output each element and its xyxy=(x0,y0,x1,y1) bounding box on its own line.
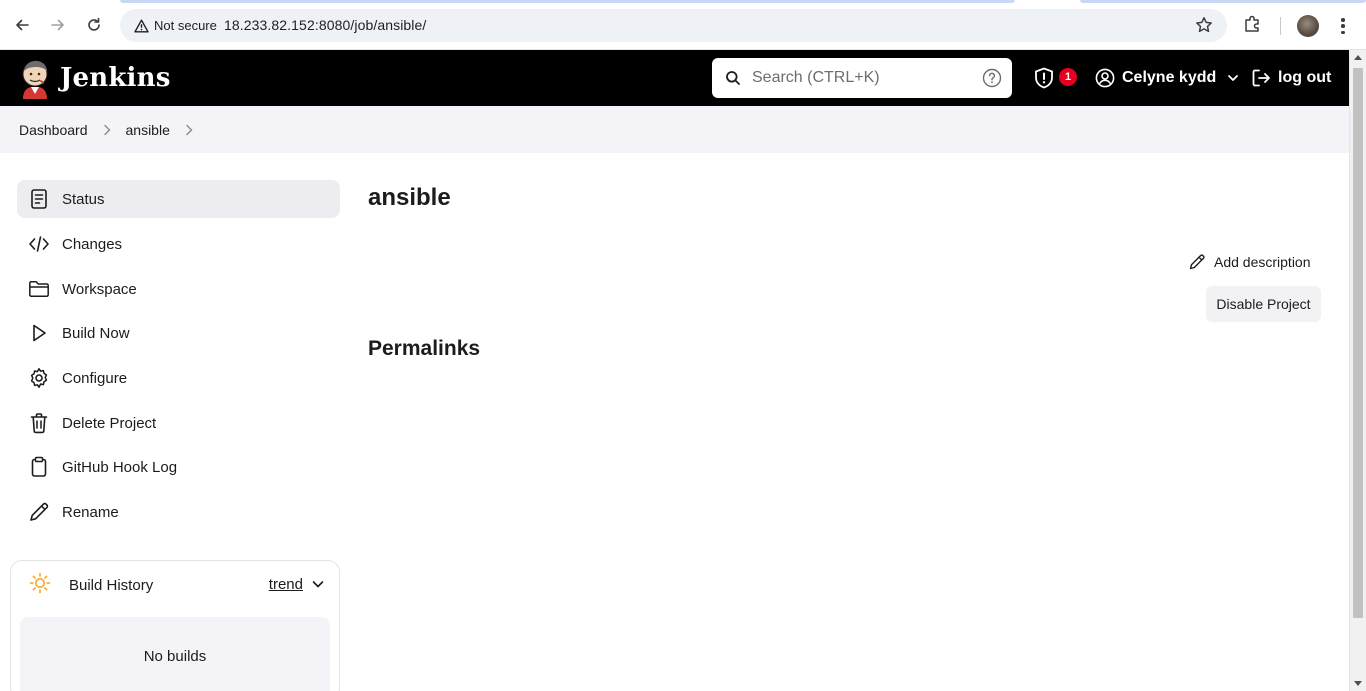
sidebar-item-rename[interactable]: Rename xyxy=(17,493,340,531)
breadcrumb-ansible[interactable]: ansible xyxy=(126,122,170,138)
sidebar-item-label: Rename xyxy=(62,503,119,521)
jenkins-brand-text: Jenkins xyxy=(60,63,171,93)
security-chip[interactable]: Not secure xyxy=(128,14,223,37)
jenkins-header: Jenkins 1 Celyne kydd log out xyxy=(0,50,1349,106)
jenkins-butler-icon xyxy=(18,57,52,99)
sidebar-item-configure[interactable]: Configure xyxy=(17,359,340,397)
search-input[interactable] xyxy=(752,69,972,87)
logout-icon xyxy=(1252,69,1270,87)
toolbar-separator xyxy=(1280,17,1281,35)
trash-icon xyxy=(27,411,51,435)
sidebar-item-github-hook-log[interactable]: GitHub Hook Log xyxy=(17,448,340,486)
reload-button[interactable] xyxy=(82,13,106,37)
warning-icon xyxy=(134,19,149,32)
build-history-header: Build History trend xyxy=(29,572,325,599)
play-icon xyxy=(27,321,51,345)
sidebar-item-status[interactable]: Status xyxy=(17,180,340,218)
scroll-up-arrow-icon[interactable] xyxy=(1354,55,1362,60)
browser-menu-kebab-icon[interactable] xyxy=(1336,15,1350,37)
security-badge-count: 1 xyxy=(1059,68,1077,86)
sidebar-item-label: Changes xyxy=(62,235,123,253)
breadcrumb-dashboard[interactable]: Dashboard xyxy=(19,122,88,138)
add-description-label: Add description xyxy=(1214,254,1311,270)
build-history-trend-link[interactable]: trend xyxy=(269,576,303,593)
jenkins-logo-link[interactable]: Jenkins xyxy=(18,56,171,100)
sidebar-item-label: Delete Project xyxy=(62,414,157,432)
back-button[interactable] xyxy=(10,13,34,37)
user-avatar-icon xyxy=(1095,68,1115,88)
security-monitor-button[interactable]: 1 xyxy=(1032,66,1080,90)
sidebar-item-changes[interactable]: Changes xyxy=(17,225,340,263)
tab-strip xyxy=(0,0,1366,3)
folder-icon xyxy=(27,277,51,301)
address-bar[interactable]: Not secure 18.233.82.152:8080/job/ansibl… xyxy=(120,9,1227,42)
logout-label: log out xyxy=(1278,69,1332,86)
chevron-right-icon xyxy=(102,124,112,136)
user-menu[interactable]: Celyne kydd xyxy=(1095,66,1240,90)
logout-link[interactable]: log out xyxy=(1250,66,1331,90)
help-icon[interactable] xyxy=(982,68,1002,93)
search-icon xyxy=(724,69,742,87)
permalinks-heading: Permalinks xyxy=(368,337,481,360)
forward-button[interactable] xyxy=(46,13,70,37)
extensions-puzzle-icon[interactable] xyxy=(1243,14,1263,39)
browser-profile-avatar[interactable] xyxy=(1297,15,1319,37)
sidebar-item-label: Configure xyxy=(62,369,128,387)
sidebar-item-label: Build Now xyxy=(62,324,130,342)
sidebar-item-delete-project[interactable]: Delete Project xyxy=(17,404,340,442)
breadcrumb: Dashboard ansible xyxy=(0,106,1349,153)
chevron-down-icon xyxy=(1228,75,1239,81)
chevron-down-icon[interactable] xyxy=(311,577,325,596)
browser-toolbar: Not secure 18.233.82.152:8080/job/ansibl… xyxy=(0,0,1366,50)
no-builds-message: No builds xyxy=(20,617,330,691)
chevron-right-icon[interactable] xyxy=(184,124,194,136)
clipboard-icon xyxy=(27,455,51,479)
security-label: Not secure xyxy=(154,18,217,33)
status-icon xyxy=(27,187,51,211)
shield-alert-icon xyxy=(1035,67,1053,89)
sidebar-item-workspace[interactable]: Workspace xyxy=(17,270,340,308)
code-icon xyxy=(27,232,51,256)
sidebar-item-label: Status xyxy=(62,190,105,208)
sidebar-item-label: Workspace xyxy=(62,280,137,298)
arrow-left-icon xyxy=(16,19,29,31)
build-history-card: Build History trend No builds xyxy=(10,560,340,691)
user-name: Celyne kydd xyxy=(1122,69,1217,86)
arrow-right-icon xyxy=(51,19,64,31)
pencil-icon xyxy=(27,500,51,524)
page-scrollbar[interactable] xyxy=(1349,50,1366,691)
disable-project-button[interactable]: Disable Project xyxy=(1206,286,1321,322)
gear-icon xyxy=(27,366,51,390)
sidebar-item-build-now[interactable]: Build Now xyxy=(17,314,340,352)
sun-icon xyxy=(29,572,51,599)
scrollbar-thumb[interactable] xyxy=(1353,68,1363,618)
search-box[interactable] xyxy=(712,58,1012,98)
pencil-icon xyxy=(1189,254,1205,270)
build-history-title: Build History xyxy=(69,576,154,594)
reload-icon xyxy=(88,17,100,31)
add-description-link[interactable]: Add description xyxy=(1188,252,1311,272)
scroll-down-arrow-icon[interactable] xyxy=(1354,681,1362,686)
page-title: ansible xyxy=(368,184,451,211)
bookmark-star-icon[interactable] xyxy=(1195,16,1213,39)
sidebar-item-label: GitHub Hook Log xyxy=(62,458,178,476)
url-text[interactable]: 18.233.82.152:8080/job/ansible/ xyxy=(224,17,426,33)
